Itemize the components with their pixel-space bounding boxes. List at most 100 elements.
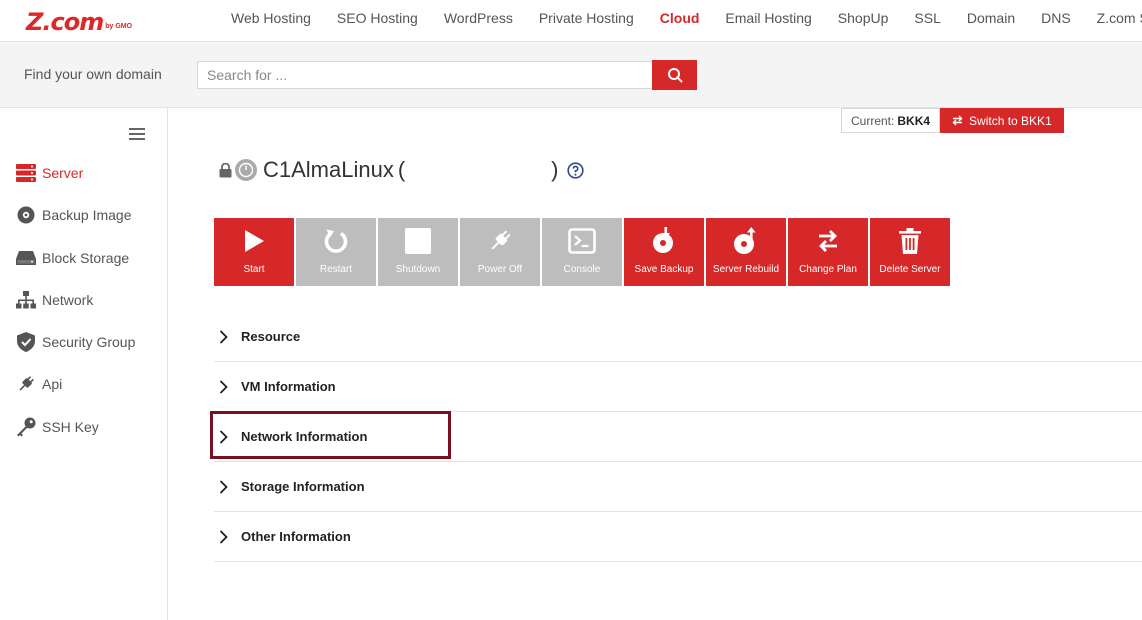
chevron-right-icon (219, 379, 231, 394)
trash-icon (899, 218, 921, 264)
sidebar-item-api[interactable]: Api (16, 372, 62, 396)
section-network-information[interactable]: Network Information (214, 412, 1142, 462)
domain-search-bar: Find your own domain (0, 42, 1142, 108)
action-label: Restart (319, 264, 353, 275)
server-action-toolbar: Start Restart Shutdown Power Off Console… (214, 218, 952, 286)
server-ip-close-paren: ) (551, 157, 559, 182)
server-name: C1AlmaLinux (263, 157, 394, 182)
server-title: C1AlmaLinux ( ) (219, 156, 584, 184)
switch-region-button[interactable]: Switch to BKK1 (940, 108, 1064, 133)
nav-private-hosting[interactable]: Private Hosting (539, 10, 634, 26)
nav-domain[interactable]: Domain (967, 10, 1015, 26)
section-vm-information[interactable]: VM Information (214, 362, 1142, 412)
sidebar-item-label: Api (42, 376, 63, 392)
main-nav: Web Hosting SEO Hosting WordPress Privat… (218, 0, 1142, 36)
nav-web-hosting[interactable]: Web Hosting (231, 10, 311, 26)
action-label: Delete Server (879, 264, 941, 275)
chevron-right-icon (219, 329, 231, 344)
start-button[interactable]: Start (214, 218, 294, 286)
sidebar-item-ssh-key[interactable]: SSH Key (16, 415, 99, 439)
network-icon (16, 290, 36, 310)
section-storage-information[interactable]: Storage Information (214, 462, 1142, 512)
save-backup-button[interactable]: Save Backup (624, 218, 704, 286)
action-label: Change Plan (799, 264, 857, 275)
action-label: Power Off (477, 264, 523, 275)
sidebar-item-label: Network (42, 292, 94, 308)
chevron-right-icon (219, 479, 231, 494)
power-status-icon (235, 159, 257, 181)
nav-ssl[interactable]: SSL (914, 10, 940, 26)
sidebar-item-label: Security Group (42, 334, 136, 350)
section-resource[interactable]: Resource (214, 312, 1142, 362)
rebuild-icon (733, 218, 759, 264)
search-icon (667, 68, 682, 83)
region-switcher: Current: BKK4 Switch to BKK1 (841, 108, 1064, 133)
current-region: Current: BKK4 (841, 108, 941, 133)
delete-server-button[interactable]: Delete Server (870, 218, 950, 286)
restart-icon (323, 218, 349, 264)
restart-button[interactable]: Restart (296, 218, 376, 286)
action-label: Shutdown (395, 264, 441, 275)
shield-icon (16, 332, 36, 352)
shutdown-button[interactable]: Shutdown (378, 218, 458, 286)
sidebar-item-block-storage[interactable]: Block Storage (16, 246, 129, 270)
top-navigation: Z.com by GMO Web Hosting SEO Hosting Wor… (0, 0, 1142, 42)
swap-icon (817, 218, 839, 264)
server-ip-open-paren: ( (397, 157, 406, 182)
nav-seo-hosting[interactable]: SEO Hosting (337, 10, 418, 26)
current-region-value: BKK4 (897, 113, 931, 128)
help-icon[interactable] (566, 161, 584, 179)
section-label: Resource (241, 329, 301, 344)
save-backup-icon (651, 218, 677, 264)
sidebar-item-label: Server (42, 165, 84, 181)
domain-search-input[interactable] (197, 61, 653, 89)
stop-icon (405, 218, 431, 264)
switch-region-label: Switch to BKK1 (969, 113, 1052, 128)
hard-drive-icon (16, 248, 36, 268)
power-plug-icon (487, 218, 513, 264)
sidebar-item-server[interactable]: Server (16, 161, 83, 185)
sidebar-item-label: Block Storage (42, 250, 130, 266)
key-icon (16, 417, 36, 437)
action-label: Start (243, 264, 265, 275)
section-label: VM Information (241, 379, 336, 394)
action-label: Server Rebuild (712, 264, 780, 275)
domain-search-label: Find your own domain (24, 66, 162, 82)
domain-search-button[interactable] (652, 60, 697, 90)
zcom-logo[interactable]: Z.com by GMO (26, 6, 132, 34)
lock-icon (219, 162, 232, 177)
logo-sub-text: by GMO (105, 23, 133, 30)
section-label: Other Information (241, 529, 351, 544)
console-icon (568, 218, 596, 264)
nav-dns[interactable]: DNS (1041, 10, 1071, 26)
server-icon (16, 163, 36, 183)
nav-wordpress[interactable]: WordPress (444, 10, 513, 26)
sidebar-item-label: Backup Image (42, 207, 132, 223)
chevron-right-icon (219, 529, 231, 544)
sidebar-item-backup-image[interactable]: Backup Image (16, 203, 132, 227)
play-icon (242, 218, 266, 264)
menu-toggle-icon[interactable] (129, 128, 145, 140)
console-button[interactable]: Console (542, 218, 622, 286)
chevron-right-icon (219, 429, 231, 444)
action-label: Console (563, 264, 601, 275)
section-label: Network Information (241, 429, 368, 444)
nav-cloud[interactable]: Cloud (660, 10, 700, 26)
sidebar-item-label: SSH Key (42, 419, 99, 435)
sidebar-item-network[interactable]: Network (16, 288, 93, 312)
nav-shopup[interactable]: ShopUp (838, 10, 889, 26)
section-other-information[interactable]: Other Information (214, 512, 1142, 562)
nav-zcom-sign[interactable]: Z.com Sign (1097, 10, 1142, 26)
action-label: Save Backup (634, 264, 694, 275)
change-plan-button[interactable]: Change Plan (788, 218, 868, 286)
power-off-button[interactable]: Power Off (460, 218, 540, 286)
disc-icon (16, 205, 36, 225)
swap-icon (952, 115, 963, 126)
server-rebuild-button[interactable]: Server Rebuild (706, 218, 786, 286)
logo-main-text: Z.com (26, 8, 104, 36)
nav-email-hosting[interactable]: Email Hosting (725, 10, 811, 26)
sidebar-item-security-group[interactable]: Security Group (16, 330, 135, 354)
current-region-label: Current: (851, 113, 895, 128)
plug-icon (16, 374, 36, 394)
sidebar: Server Backup Image Block Storage Networ… (0, 108, 168, 620)
